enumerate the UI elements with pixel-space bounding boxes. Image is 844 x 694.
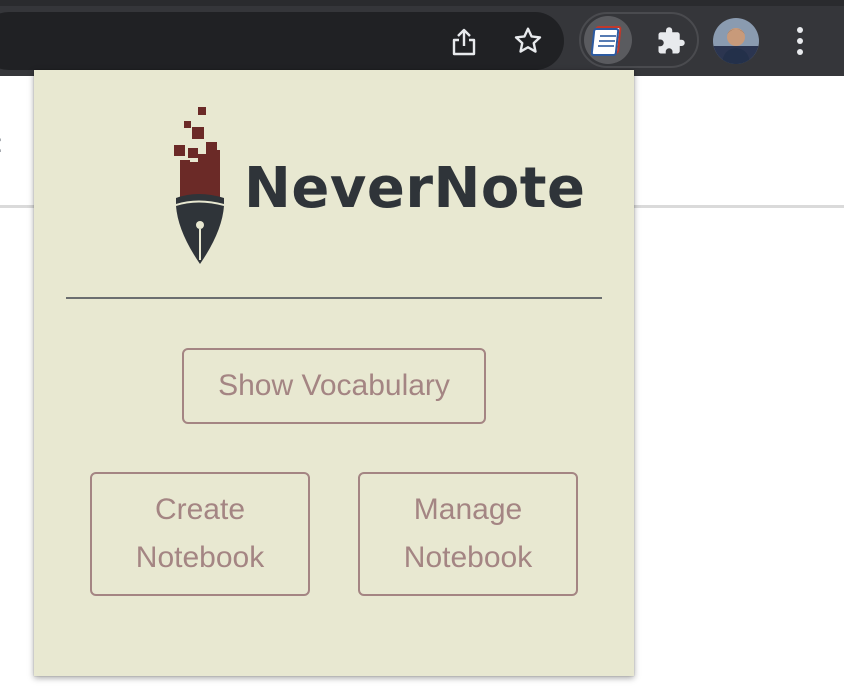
more-vert-icon[interactable] <box>788 22 812 60</box>
page-edge-glyph: : <box>0 128 3 159</box>
puzzle-icon[interactable] <box>652 22 690 60</box>
show-vocabulary-button[interactable]: Show Vocabulary <box>182 348 486 424</box>
page-divider <box>634 205 844 208</box>
create-notebook-button[interactable]: Create Notebook <box>90 472 310 596</box>
avatar[interactable] <box>713 18 759 64</box>
notebook-extension-icon[interactable] <box>588 20 628 60</box>
extension-popup: NeverNote Show Vocabulary Create Noteboo… <box>34 70 634 676</box>
tab-strip-edge <box>0 0 844 6</box>
pen-nib-logo-icon <box>174 107 224 264</box>
brand: NeverNote <box>168 104 586 266</box>
star-icon[interactable] <box>509 22 547 60</box>
share-icon[interactable] <box>446 24 482 60</box>
page-divider-left <box>0 205 34 208</box>
browser-toolbar <box>0 0 844 76</box>
header-divider <box>66 297 602 299</box>
brand-name: NeverNote <box>244 155 586 221</box>
manage-notebook-button[interactable]: Manage Notebook <box>358 472 578 596</box>
